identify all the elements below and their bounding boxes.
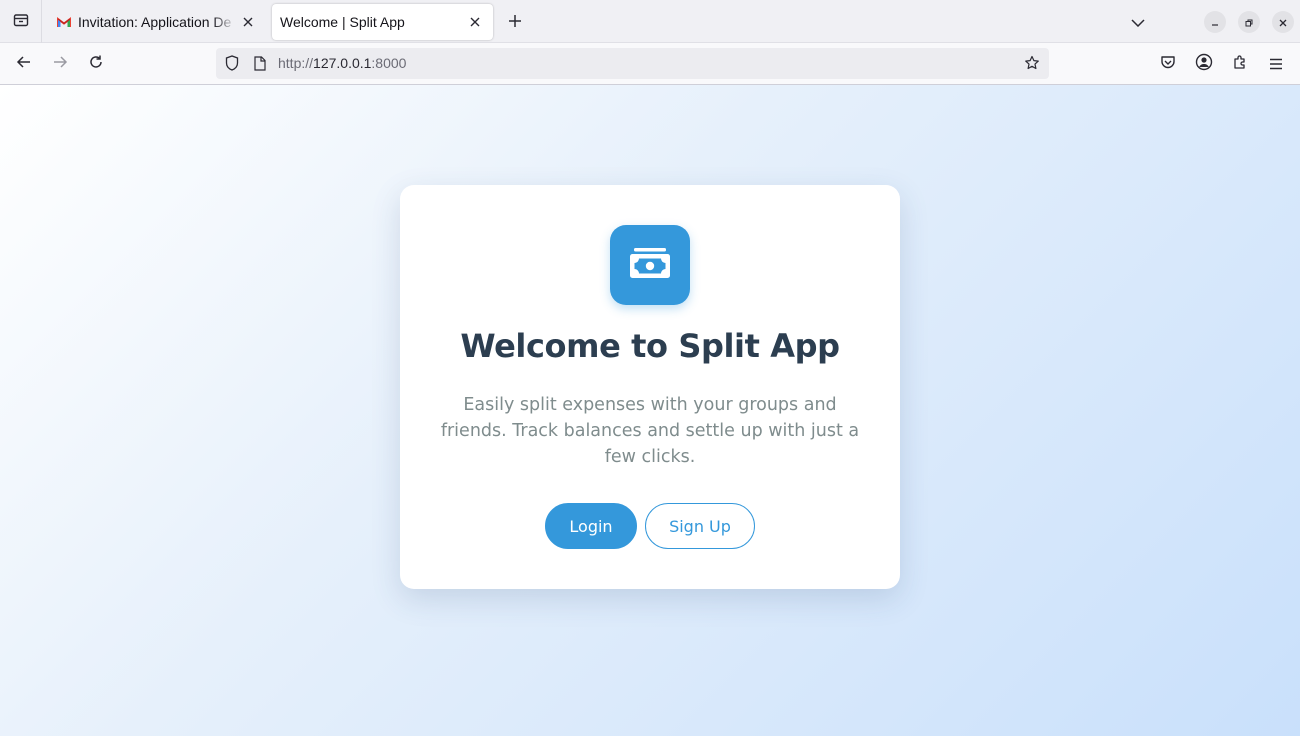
- reload-button[interactable]: [82, 50, 110, 78]
- close-tab-icon[interactable]: [236, 10, 260, 34]
- puzzle-icon: [1232, 54, 1248, 74]
- minimize-icon: [1210, 13, 1220, 32]
- minimize-button[interactable]: [1204, 11, 1226, 33]
- url-host: 127.0.0.1: [313, 55, 372, 71]
- page-description: Easily split expenses with your groups a…: [440, 395, 860, 467]
- restore-icon: [1244, 13, 1254, 32]
- shield-icon[interactable]: [224, 55, 240, 71]
- arrow-left-icon: [16, 54, 32, 74]
- address-bar[interactable]: http://127.0.0.1:8000: [216, 48, 1049, 79]
- back-button[interactable]: [10, 50, 38, 78]
- hamburger-menu-icon: [1269, 55, 1283, 74]
- welcome-card: Welcome to Split App Easily split expens…: [400, 185, 900, 589]
- money-bill-icon: [629, 247, 671, 283]
- url-text[interactable]: http://127.0.0.1:8000: [278, 55, 406, 71]
- url-port: :8000: [371, 55, 407, 71]
- app-logo: [610, 225, 690, 305]
- extensions-button[interactable]: [1226, 50, 1254, 78]
- tab-bar: Invitation: Application De Welcome | Spl…: [0, 0, 1300, 43]
- page-viewport: Welcome to Split App Easily split expens…: [0, 85, 1300, 736]
- pocket-button[interactable]: [1154, 50, 1182, 78]
- gmail-icon: [56, 14, 72, 30]
- chevron-down-icon: [1131, 12, 1145, 31]
- close-window-button[interactable]: [1272, 11, 1294, 33]
- page-icon[interactable]: [252, 55, 268, 71]
- signup-button[interactable]: Sign Up: [645, 503, 755, 549]
- tab-title: Invitation: Application De: [78, 14, 232, 30]
- new-tab-button[interactable]: [502, 9, 528, 35]
- url-scheme: http://: [278, 55, 314, 71]
- tab-welcome[interactable]: Welcome | Split App: [272, 4, 493, 40]
- restore-button[interactable]: [1238, 11, 1260, 33]
- tab-invitation[interactable]: Invitation: Application De: [46, 4, 266, 40]
- close-icon: [1278, 13, 1288, 32]
- account-icon: [1195, 53, 1213, 75]
- close-tab-icon[interactable]: [463, 10, 487, 34]
- bookmark-star-icon[interactable]: [1024, 55, 1040, 71]
- plus-icon: [508, 13, 522, 32]
- account-button[interactable]: [1190, 50, 1218, 78]
- navigation-bar: http://127.0.0.1:8000: [0, 43, 1300, 85]
- firefox-view-icon: [13, 12, 29, 32]
- login-button[interactable]: Login: [545, 503, 637, 549]
- page-title: Welcome to Split App: [460, 327, 840, 365]
- reload-icon: [88, 54, 104, 74]
- list-all-tabs-button[interactable]: [1126, 9, 1150, 33]
- forward-button[interactable]: [46, 50, 74, 78]
- pocket-icon: [1160, 54, 1176, 74]
- tab-title: Welcome | Split App: [280, 14, 405, 30]
- arrow-right-icon: [52, 54, 68, 74]
- menu-button[interactable]: [1262, 50, 1290, 78]
- firefox-view-button[interactable]: [0, 0, 42, 43]
